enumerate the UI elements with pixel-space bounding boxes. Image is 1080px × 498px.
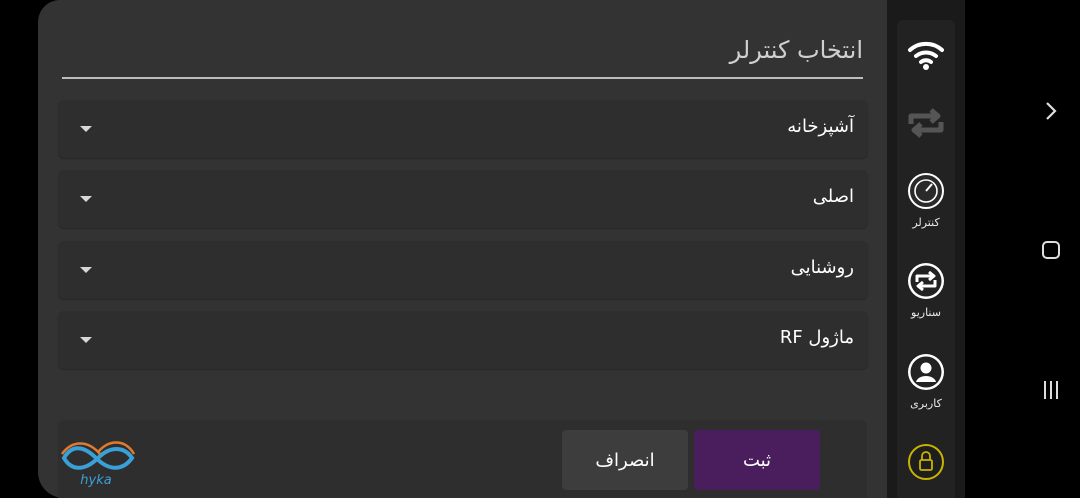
scenario-icon [908, 263, 944, 299]
android-navigation-bar [965, 0, 1080, 498]
controller-label: کنترلر [912, 216, 940, 229]
dropdown-arrow-icon [80, 337, 92, 343]
user-label: کاربری [910, 397, 942, 410]
side-toolbar: کنترلر سناریو کاربری [887, 0, 965, 498]
home-square-icon[interactable] [1041, 240, 1061, 260]
sync-button[interactable] [887, 104, 965, 146]
cancel-button[interactable]: انصراف [562, 430, 688, 490]
dropdown-label: آشپزخانه [787, 116, 854, 137]
scenario-label: سناریو [911, 306, 941, 319]
dropdown-arrow-icon [80, 196, 92, 202]
dropdown-label: ماژول RF [779, 327, 854, 348]
dropdown-label: روشنایی [790, 257, 854, 278]
dropdown-lighting[interactable]: روشنایی [58, 241, 868, 299]
wifi-icon [908, 41, 944, 70]
logo-text: hyka [80, 473, 111, 488]
controller-button[interactable]: کنترلر [887, 172, 965, 229]
recent-apps-icon[interactable] [1041, 379, 1061, 401]
submit-button[interactable]: ثبت [694, 430, 820, 490]
dropdown-kitchen[interactable]: آشپزخانه [58, 100, 868, 158]
sync-icon [908, 108, 944, 138]
dropdown-label: اصلی [812, 186, 854, 207]
lock-icon [908, 444, 944, 480]
side-strip [897, 20, 955, 498]
chevron-right-icon[interactable] [1044, 100, 1058, 122]
dialog-title: انتخاب کنترلر [729, 36, 863, 64]
gauge-icon [908, 173, 944, 209]
dropdown-arrow-icon [80, 126, 92, 132]
scenario-button[interactable]: سناریو [887, 262, 965, 319]
dropdown-rf-module[interactable]: ماژول RF [58, 311, 868, 369]
user-button[interactable]: کاربری [887, 353, 965, 410]
select-controller-dialog: انتخاب کنترلر آشپزخانه اصلی روشنایی ماژو… [38, 0, 887, 498]
title-divider [62, 77, 863, 79]
wifi-button[interactable] [887, 38, 965, 76]
hyka-logo: hyka [60, 441, 136, 488]
dropdown-arrow-icon [80, 267, 92, 273]
dropdown-main[interactable]: اصلی [58, 170, 868, 228]
user-icon [908, 354, 944, 390]
lock-button[interactable] [887, 443, 965, 485]
